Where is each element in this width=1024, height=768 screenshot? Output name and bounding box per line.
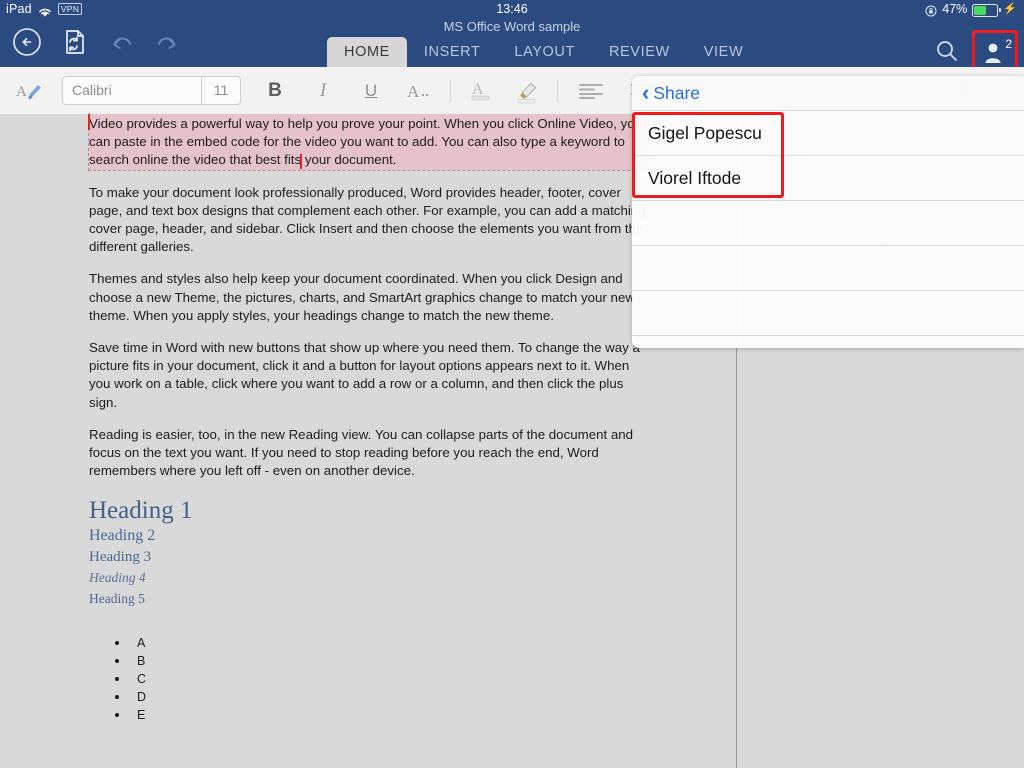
- font-selector[interactable]: Calibri 11: [62, 76, 241, 105]
- back-arrow-circle-icon[interactable]: [8, 24, 46, 60]
- tab-review[interactable]: REVIEW: [592, 37, 687, 67]
- share-empty-row[interactable]: [632, 336, 1024, 348]
- bullet-list-one[interactable]: A B C D E: [89, 634, 649, 724]
- font-size-field[interactable]: 11: [202, 77, 240, 104]
- align-left-icon[interactable]: [565, 67, 617, 114]
- paragraph-highlighted[interactable]: Video provides a powerful way to help yo…: [88, 114, 650, 171]
- status-bar-right: 47% ⚡: [925, 0, 1017, 18]
- header-left-actions: [8, 24, 187, 60]
- share-empty-row[interactable]: [632, 291, 1024, 336]
- battery-icon: [972, 3, 1001, 17]
- paragraph[interactable]: Save time in Word with new buttons that …: [89, 339, 649, 412]
- heading-2[interactable]: Heading 2: [89, 527, 649, 545]
- paragraph[interactable]: Themes and styles also help keep your do…: [89, 270, 649, 325]
- rotation-lock-icon: [925, 4, 937, 17]
- heading-5[interactable]: Heading 5: [89, 590, 649, 608]
- redo-arrow-icon[interactable]: [149, 24, 187, 60]
- tab-view[interactable]: VIEW: [687, 37, 760, 67]
- battery-percent: 47%: [942, 2, 968, 16]
- bold-button[interactable]: B: [251, 67, 299, 114]
- italic-label: I: [319, 79, 327, 101]
- share-person-row[interactable]: Viorel Iftode: [632, 156, 1024, 201]
- svg-text:A: A: [472, 81, 484, 98]
- italic-button[interactable]: I: [299, 67, 347, 114]
- font-color-icon[interactable]: A: [458, 67, 504, 114]
- clock: 13:46: [496, 2, 528, 16]
- undo-arrow-icon[interactable]: [102, 24, 140, 60]
- bold-label: B: [268, 79, 282, 101]
- format-painter-icon[interactable]: A: [0, 67, 58, 114]
- ribbon-separator-1: [450, 79, 451, 102]
- lightning-bolt-icon: ⚡: [1003, 3, 1017, 15]
- heading-1[interactable]: Heading 1: [89, 498, 649, 523]
- app-header: MS Office Word sample HOME INSERT LAYOUT…: [0, 18, 1024, 76]
- svg-text:A: A: [407, 82, 420, 101]
- list-item[interactable]: D: [89, 688, 649, 706]
- file-sync-icon[interactable]: [55, 24, 93, 60]
- list-item[interactable]: B: [89, 652, 649, 670]
- share-panel[interactable]: ‹ Share Gigel Popescu Viorel Iftode: [632, 76, 1024, 348]
- share-panel-header: ‹ Share: [632, 76, 1024, 111]
- search-icon[interactable]: [934, 38, 960, 69]
- tab-layout[interactable]: LAYOUT: [497, 37, 592, 67]
- list-item[interactable]: A: [89, 634, 649, 652]
- share-empty-row[interactable]: [632, 201, 1024, 246]
- list-item[interactable]: C: [89, 670, 649, 688]
- paragraph[interactable]: To make your document look professionall…: [89, 184, 649, 257]
- battery-fill: [974, 5, 986, 15]
- tab-home[interactable]: HOME: [327, 37, 407, 67]
- share-panel-title: Share: [653, 82, 701, 103]
- share-empty-row[interactable]: [632, 246, 1024, 291]
- heading-4[interactable]: Heading 4: [89, 569, 649, 587]
- font-name-field[interactable]: Calibri: [63, 77, 201, 104]
- list-item[interactable]: E: [89, 706, 649, 724]
- heading-3[interactable]: Heading 3: [89, 548, 649, 566]
- underline-label: U: [364, 80, 378, 100]
- share-person-row[interactable]: Gigel Popescu: [632, 111, 1024, 156]
- paragraph[interactable]: Reading is easier, too, in the new Readi…: [89, 426, 649, 481]
- document-body[interactable]: Video provides a powerful way to help yo…: [88, 114, 650, 768]
- underline-button[interactable]: U: [347, 67, 395, 114]
- text-effects-icon[interactable]: A: [395, 67, 443, 114]
- svg-text:A: A: [16, 84, 27, 100]
- ribbon-tabs: HOME INSERT LAYOUT REVIEW VIEW: [327, 37, 760, 67]
- text-highlight-icon[interactable]: [504, 67, 550, 114]
- status-bar: iPad VPN 13:46 47% ⚡: [0, 0, 1024, 18]
- ribbon-separator-2: [557, 79, 558, 102]
- chevron-left-icon: ‹: [642, 80, 650, 105]
- share-back-button[interactable]: ‹ Share: [642, 82, 700, 104]
- tab-insert[interactable]: INSERT: [407, 37, 498, 67]
